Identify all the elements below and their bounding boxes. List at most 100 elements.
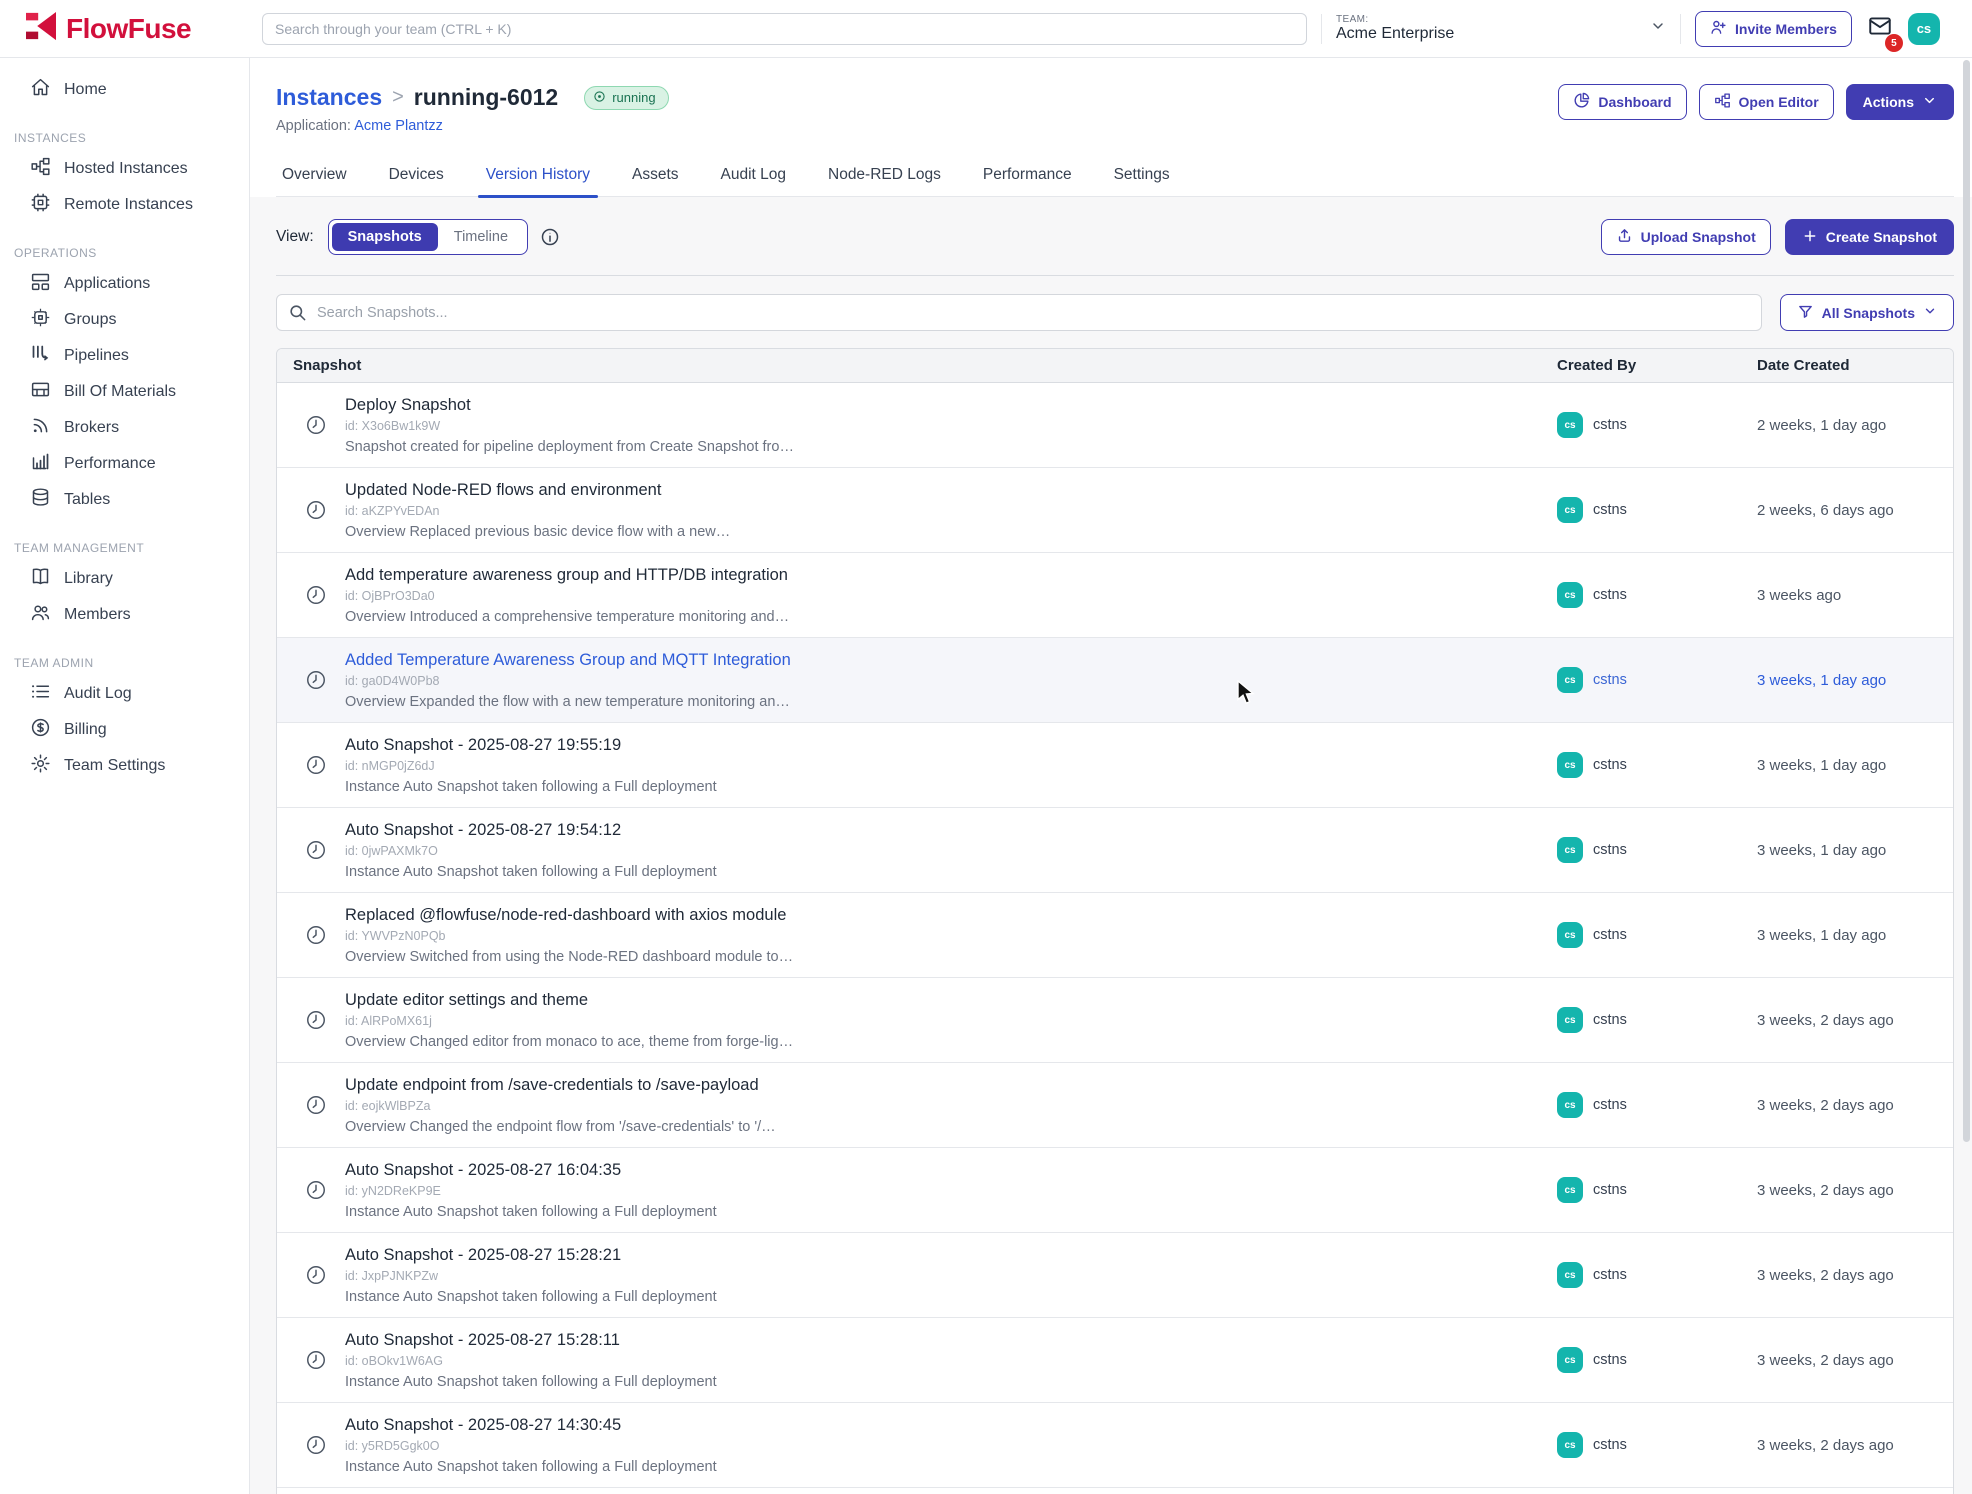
snapshot-description: Overview Expanded the flow with a new te… [345, 694, 791, 710]
snapshot-title[interactable]: Auto Snapshot - 2025-08-27 19:55:19 [345, 736, 717, 755]
table-row[interactable]: Auto Snapshot - 2025-08-27 16:04:35 id: … [277, 1148, 1953, 1233]
create-snapshot-button[interactable]: Create Snapshot [1785, 219, 1954, 255]
creator-avatar: cs [1557, 667, 1583, 693]
table-row[interactable]: Auto Snapshot - 2025-08-27 19:55:19 id: … [277, 723, 1953, 808]
snapshot-title[interactable]: Update endpoint from /save-credentials t… [345, 1076, 776, 1095]
sidebar-item-members[interactable]: Members [0, 597, 249, 633]
snapshot-id: id: 0jwPAXMk7O [345, 844, 717, 858]
creator-name: cstns [1593, 1097, 1627, 1113]
snapshot-title[interactable]: Update editor settings and theme [345, 991, 793, 1010]
team-search-input[interactable] [262, 13, 1307, 45]
create-snapshot-label: Create Snapshot [1826, 229, 1937, 245]
sidebar-section-operations: OPERATIONS [0, 232, 249, 266]
sidebar-item-team-settings[interactable]: Team Settings [0, 748, 249, 784]
table-row[interactable]: Deploy Snapshot id: X3o6Bw1k9W Snapshot … [277, 383, 1953, 468]
sidebar-item-audit-log[interactable]: Audit Log [0, 676, 249, 712]
chevron-down-icon[interactable] [1650, 18, 1666, 39]
creator-avatar: cs [1557, 1347, 1583, 1373]
sidebar-item-pipelines[interactable]: Pipelines [0, 338, 249, 374]
instance-name: running-6012 [414, 84, 558, 111]
sidebar-item-hosted-instances[interactable]: Hosted Instances [0, 151, 249, 187]
table-row[interactable]: Add HTTP endpoint for saving credentials… [277, 1488, 1953, 1494]
sidebar-item-label: Bill Of Materials [64, 383, 176, 401]
sidebar-item-bill-of-materials[interactable]: Bill Of Materials [0, 374, 249, 410]
invite-members-button[interactable]: Invite Members [1695, 11, 1852, 47]
table-row[interactable]: Update endpoint from /save-credentials t… [277, 1063, 1953, 1148]
open-editor-button[interactable]: Open Editor [1699, 84, 1834, 120]
application-link[interactable]: Acme Plantzz [354, 118, 443, 134]
sidebar-item-remote-instances[interactable]: Remote Instances [0, 187, 249, 223]
all-snapshots-filter-button[interactable]: All Snapshots [1780, 294, 1954, 331]
pipelines-icon [30, 343, 51, 369]
clock-icon [305, 584, 327, 606]
funnel-icon [1797, 303, 1814, 323]
snapshot-id: id: nMGP0jZ6dJ [345, 759, 717, 773]
snapshot-title[interactable]: Auto Snapshot - 2025-08-27 15:28:11 [345, 1331, 717, 1350]
sidebar-item-applications[interactable]: Applications [0, 266, 249, 302]
clock-icon [305, 669, 327, 691]
snapshot-id: id: eojkWlBPZa [345, 1099, 776, 1113]
table-row[interactable]: Auto Snapshot - 2025-08-27 15:28:21 id: … [277, 1233, 1953, 1318]
navbar-divider [1680, 14, 1681, 44]
tab[interactable]: Overview [280, 158, 349, 196]
sidebar-section-team-admin: TEAM ADMIN [0, 642, 249, 676]
snapshot-title[interactable]: Auto Snapshot - 2025-08-27 14:30:45 [345, 1416, 717, 1435]
tab[interactable]: Assets [630, 158, 681, 196]
toggle-timeline[interactable]: Timeline [438, 223, 524, 251]
table-row[interactable]: Updated Node-RED flows and environment i… [277, 468, 1953, 553]
dashboard-button[interactable]: Dashboard [1558, 84, 1686, 120]
tab[interactable]: Devices [387, 158, 446, 196]
snapshot-id: id: yN2DReKP9E [345, 1184, 717, 1198]
tab[interactable]: Version History [484, 158, 592, 196]
sidebar-item-tables[interactable]: Tables [0, 482, 249, 518]
table-row[interactable]: Added Temperature Awareness Group and MQ… [277, 638, 1953, 723]
date-created: 3 weeks, 2 days ago [1757, 1437, 1953, 1454]
sidebar-item-performance[interactable]: Performance [0, 446, 249, 482]
snapshot-search-input[interactable] [276, 294, 1762, 331]
team-label: TEAM: [1336, 14, 1454, 26]
snapshot-description: Overview Changed editor from monaco to a… [345, 1034, 793, 1050]
vertical-scrollbar[interactable] [1963, 60, 1970, 1142]
flowfuse-logo[interactable]: FlowFuse [24, 11, 262, 46]
table-row[interactable]: Replaced @flowfuse/node-red-dashboard wi… [277, 893, 1953, 978]
version-history-content: View: Snapshots Timeline Upload Snapshot [250, 197, 1972, 1494]
snapshot-title[interactable]: Auto Snapshot - 2025-08-27 16:04:35 [345, 1161, 717, 1180]
tab[interactable]: Node-RED Logs [826, 158, 943, 196]
team-selector[interactable]: TEAM: Acme Enterprise [1336, 14, 1666, 44]
snapshot-title[interactable]: Added Temperature Awareness Group and MQ… [345, 651, 791, 670]
snapshot-title[interactable]: Replaced @flowfuse/node-red-dashboard wi… [345, 906, 793, 925]
upload-snapshot-button[interactable]: Upload Snapshot [1601, 219, 1771, 255]
breadcrumb-instances-link[interactable]: Instances [276, 84, 382, 111]
snapshot-title[interactable]: Auto Snapshot - 2025-08-27 15:28:21 [345, 1246, 717, 1265]
notifications-button[interactable]: 5 [1866, 13, 1894, 44]
table-row[interactable]: Auto Snapshot - 2025-08-27 15:28:11 id: … [277, 1318, 1953, 1403]
tab[interactable]: Audit Log [719, 158, 789, 196]
chevron-down-icon [1923, 304, 1937, 321]
snapshot-title[interactable]: Updated Node-RED flows and environment [345, 481, 730, 500]
actions-button[interactable]: Actions [1846, 84, 1954, 120]
instance-tabs: Overview Devices Version History Assets … [276, 158, 1954, 197]
snapshot-title[interactable]: Deploy Snapshot [345, 396, 794, 415]
sidebar-item-groups[interactable]: Groups [0, 302, 249, 338]
sidebar-item-home[interactable]: Home [0, 72, 249, 108]
user-avatar[interactable]: cs [1908, 13, 1940, 45]
table-row[interactable]: Add temperature awareness group and HTTP… [277, 553, 1953, 638]
toggle-snapshots[interactable]: Snapshots [332, 223, 438, 251]
column-header-snapshot: Snapshot [277, 357, 1557, 374]
clock-icon [305, 839, 327, 861]
snapshot-title[interactable]: Auto Snapshot - 2025-08-27 19:54:12 [345, 821, 717, 840]
sidebar-item-brokers[interactable]: Brokers [0, 410, 249, 446]
sidebar-item-library[interactable]: Library [0, 561, 249, 597]
running-status-icon [593, 90, 606, 106]
sidebar-item-label: Hosted Instances [64, 160, 188, 178]
table-row[interactable]: Auto Snapshot - 2025-08-27 19:54:12 id: … [277, 808, 1953, 893]
table-row[interactable]: Auto Snapshot - 2025-08-27 14:30:45 id: … [277, 1403, 1953, 1488]
table-row[interactable]: Update editor settings and theme id: AlR… [277, 978, 1953, 1063]
date-created: 3 weeks, 2 days ago [1757, 1267, 1953, 1284]
tab[interactable]: Performance [981, 158, 1074, 196]
info-icon[interactable] [540, 227, 560, 247]
tab[interactable]: Settings [1112, 158, 1172, 196]
sidebar-item-billing[interactable]: Billing [0, 712, 249, 748]
snapshot-title[interactable]: Add temperature awareness group and HTTP… [345, 566, 789, 585]
breadcrumb-separator: > [392, 86, 404, 109]
